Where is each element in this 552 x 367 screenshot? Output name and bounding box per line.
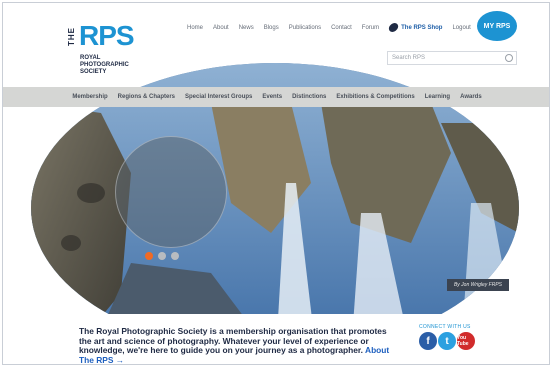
top-nav: Home About News Blogs Publications Conta…	[187, 23, 471, 32]
search-placeholder: Search RPS	[392, 55, 426, 61]
topnav-home[interactable]: Home	[187, 25, 203, 31]
shop-label: The RPS Shop	[401, 24, 443, 31]
mainnav-awards[interactable]: Awards	[460, 94, 482, 100]
logo-the-text: THE	[67, 27, 76, 46]
logo-rps-text: RPS	[79, 20, 135, 51]
topnav-contact[interactable]: Contact	[331, 25, 352, 31]
mainnav-exhibitions[interactable]: Exhibitions & Competitions	[336, 94, 414, 100]
topnav-about[interactable]: About	[213, 25, 229, 31]
mainnav-distinctions[interactable]: Distinctions	[292, 94, 326, 100]
youtube-icon[interactable]: You Tube	[457, 332, 475, 350]
mainnav-learning[interactable]: Learning	[425, 94, 450, 100]
intro-body: The Royal Photographic Society is a memb…	[79, 326, 387, 356]
mainnav-events[interactable]: Events	[262, 94, 282, 100]
shop-icon	[387, 23, 400, 32]
intro-panel: The Royal Photographic Society is a memb…	[63, 314, 489, 364]
twitter-icon[interactable]: t	[438, 332, 456, 350]
main-nav: Membership Regions & Chapters Special In…	[3, 87, 549, 107]
carousel-dot[interactable]	[171, 252, 179, 260]
topnav-publications[interactable]: Publications	[289, 25, 321, 31]
shop-link[interactable]: The RPS Shop	[387, 23, 443, 32]
mainnav-sig[interactable]: Special Interest Groups	[185, 94, 252, 100]
intro-text: The Royal Photographic Society is a memb…	[79, 326, 399, 364]
topnav-news[interactable]: News	[239, 25, 254, 31]
carousel-overlay	[115, 136, 227, 248]
topnav-forum[interactable]: Forum	[362, 25, 379, 31]
my-rps-button[interactable]: MY RPS	[477, 11, 517, 41]
mainnav-regions[interactable]: Regions & Chapters	[118, 94, 175, 100]
page: THE RPS ROYAL PHOTOGRAPHIC SOCIETY Home …	[2, 2, 550, 365]
facebook-icon[interactable]: f	[419, 332, 437, 350]
connect-label: CONNECT WITH US	[419, 324, 471, 330]
social-icons: f t You Tube	[419, 332, 475, 350]
carousel-dots	[145, 252, 179, 260]
topnav-blogs[interactable]: Blogs	[264, 25, 279, 31]
search-icon[interactable]	[505, 54, 513, 62]
mainnav-membership[interactable]: Membership	[72, 94, 107, 100]
carousel-dot[interactable]	[145, 252, 153, 260]
photo-credit: By Jon Wrigley FRPS	[447, 279, 509, 291]
carousel-dot[interactable]	[158, 252, 166, 260]
logout-link[interactable]: Logout	[452, 25, 470, 31]
